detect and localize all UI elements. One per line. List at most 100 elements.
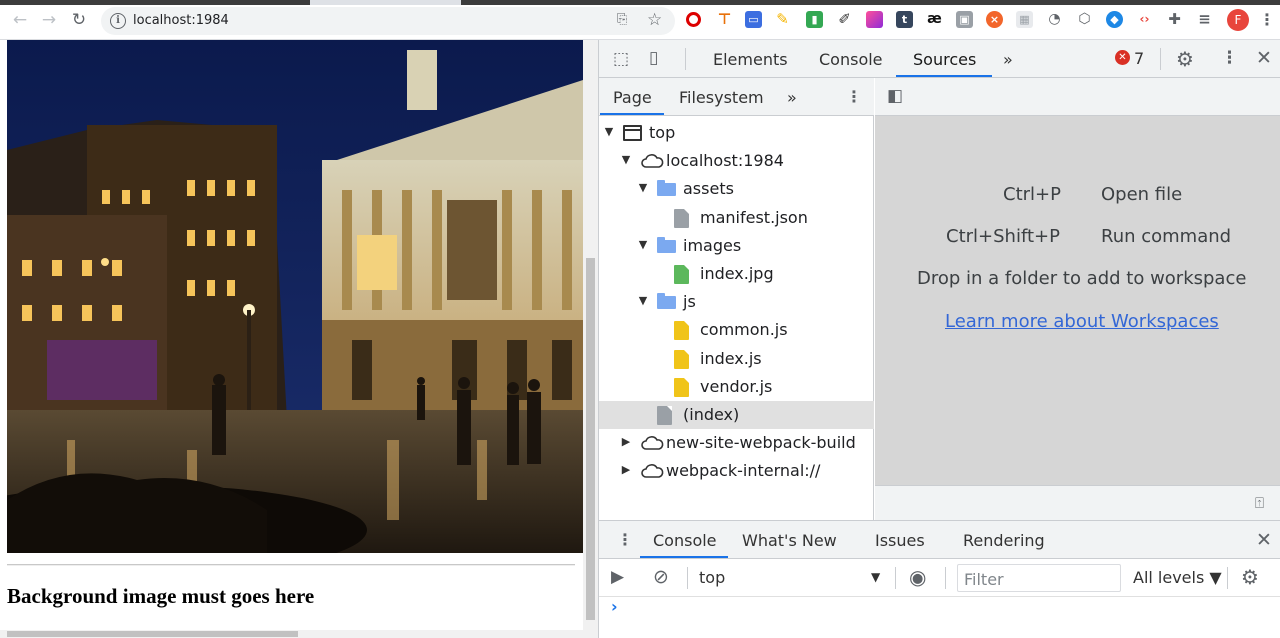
screen-icon[interactable]: ▭ <box>745 11 762 28</box>
drawer-tab-console[interactable]: Console <box>653 531 717 550</box>
back-arrow-icon[interactable]: ← <box>10 10 30 30</box>
toggle-navigator-icon[interactable]: ◧ <box>887 86 903 106</box>
tab-filesystem[interactable]: Filesystem <box>679 88 764 107</box>
puzzle-icon[interactable]: ✚ <box>1166 11 1183 28</box>
grid-icon[interactable]: ▦ <box>1016 11 1033 28</box>
tree-item-label: index.js <box>700 349 762 368</box>
snail-icon[interactable]: ◔ <box>1046 11 1063 28</box>
tree-item[interactable]: (index) <box>599 401 874 429</box>
inspect-element-icon[interactable]: ⬚ <box>613 49 629 69</box>
tree-item[interactable]: manifest.json <box>599 204 874 232</box>
tumblr-icon[interactable]: t <box>896 11 913 28</box>
tree-item[interactable]: ▼ top <box>599 119 874 147</box>
close-devtools-icon[interactable]: ✕ <box>1256 47 1272 69</box>
tree-item[interactable]: common.js <box>599 316 874 344</box>
tree-item-label: js <box>683 292 696 311</box>
url-text[interactable]: localhost:1984 <box>133 13 229 28</box>
error-icon[interactable]: ✕ <box>1115 50 1130 65</box>
site-info-icon[interactable]: i <box>110 13 126 29</box>
toolbar-separator <box>687 567 688 589</box>
tab-page[interactable]: Page <box>613 88 652 107</box>
tab-sources[interactable]: Sources <box>913 50 976 69</box>
tab-elements[interactable]: Elements <box>713 50 788 69</box>
expand-arrow-icon[interactable]: ▼ <box>637 181 649 194</box>
playlist-icon[interactable]: ≡ <box>1196 11 1213 28</box>
forward-arrow-icon[interactable]: → <box>39 10 59 30</box>
navigator-more-button[interactable]: » <box>787 88 797 107</box>
clear-console-icon[interactable]: ⊘ <box>653 566 669 588</box>
drawer-menu-icon[interactable]: ⋮ <box>617 530 633 549</box>
drawer-tab-issues[interactable]: Issues <box>875 531 925 550</box>
eyedropper-icon[interactable]: ✐ <box>836 11 853 28</box>
browser-menu-icon[interactable]: ⋮ <box>1259 10 1275 29</box>
expand-arrow-icon[interactable]: ▼ <box>637 294 649 307</box>
toggle-debugger-icon[interactable]: ⍐ <box>1255 494 1264 512</box>
shield-icon[interactable]: ◆ <box>1106 11 1123 28</box>
tree-item-label: (index) <box>683 405 740 424</box>
console-settings-gear-icon[interactable]: ⚙ <box>1241 565 1259 589</box>
drawer-tab-whats-new[interactable]: What's New <box>742 531 837 550</box>
code-icon[interactable]: ‹› <box>1136 11 1153 28</box>
close-circle-icon[interactable]: × <box>986 11 1003 28</box>
tree-item[interactable]: ▼ assets <box>599 175 874 203</box>
learn-workspaces-link[interactable]: Learn more about Workspaces <box>945 311 1219 332</box>
expand-arrow-icon[interactable]: ▼ <box>620 153 632 166</box>
tree-item[interactable]: ▼ images <box>599 232 874 260</box>
tree-item[interactable]: index.jpg <box>599 260 874 288</box>
opera-icon[interactable] <box>686 12 701 27</box>
address-bar[interactable]: i localhost:1984 ⎘ ☆ <box>101 7 675 35</box>
settings-gear-icon[interactable]: ⚙ <box>1176 47 1194 71</box>
tab-console[interactable]: Console <box>819 50 883 69</box>
console-prompt-icon[interactable]: › <box>611 597 618 616</box>
bookmark-star-icon[interactable]: ☆ <box>647 10 662 30</box>
close-drawer-icon[interactable]: ✕ <box>1256 529 1272 551</box>
tree-item-label: index.jpg <box>700 264 774 283</box>
gradient-icon[interactable] <box>866 11 883 28</box>
drawer-tab-rendering[interactable]: Rendering <box>963 531 1045 550</box>
ae-icon[interactable]: æ <box>926 11 943 28</box>
chevron-down-icon[interactable]: ▼ <box>871 570 880 584</box>
tree-item[interactable]: ▶ webpack-internal:// <box>599 457 874 485</box>
profile-avatar[interactable]: F <box>1227 9 1249 31</box>
device-toolbar-icon[interactable]: ▯ <box>649 48 658 68</box>
tree-item[interactable]: index.js <box>599 345 874 373</box>
pen-icon[interactable]: ✎ <box>774 11 791 28</box>
more-tabs-button[interactable]: » <box>1003 50 1013 69</box>
console-filter-input[interactable] <box>964 569 1114 589</box>
page-divider <box>7 564 575 566</box>
tree-item-label: images <box>683 236 742 255</box>
error-count[interactable]: 7 <box>1134 49 1144 68</box>
tree-item[interactable]: ▼ localhost:1984 <box>599 147 874 175</box>
live-expression-eye-icon[interactable]: ◉ <box>909 565 926 589</box>
expand-arrow-icon[interactable]: ▼ <box>637 238 649 251</box>
tree-item[interactable]: ▼ js <box>599 288 874 316</box>
console-filter-field[interactable] <box>957 564 1121 592</box>
expand-arrow-icon[interactable]: ▼ <box>603 125 615 138</box>
save-icon[interactable]: ▣ <box>956 11 973 28</box>
context-select[interactable]: top <box>699 568 725 587</box>
file-icon <box>674 378 689 397</box>
file-icon <box>674 209 689 228</box>
editor-toolbar: ◧ <box>875 78 1280 116</box>
horizontal-scroll-thumb[interactable] <box>7 631 298 637</box>
collapse-arrow-icon[interactable]: ▶ <box>620 463 632 476</box>
collapse-arrow-icon[interactable]: ▶ <box>620 435 632 448</box>
tree-item[interactable]: ▶ new-site-webpack-build <box>599 429 874 457</box>
translate-icon[interactable]: ⎘ <box>617 12 633 28</box>
book-icon[interactable]: ▮ <box>806 11 823 28</box>
page-horizontal-scrollbar[interactable] <box>0 630 583 638</box>
reload-icon[interactable]: ↻ <box>69 10 89 30</box>
log-levels-dropdown[interactable]: All levels ▼ <box>1133 568 1222 587</box>
cube-icon[interactable]: ⬡ <box>1076 11 1093 28</box>
key-icon[interactable]: ⊤ <box>716 11 733 28</box>
devtools-main-tabs: ⬚ ▯ Elements Console Sources » ✕ 7 ⚙ ⋮ ✕ <box>599 40 1280 78</box>
devtools-menu-icon[interactable]: ⋮ <box>1221 48 1238 68</box>
tree-item[interactable]: vendor.js <box>599 373 874 401</box>
page-vertical-scrollbar[interactable] <box>583 40 598 638</box>
console-sidebar-icon[interactable]: ▶ <box>611 567 624 587</box>
shortcut-open-file-label: Open file <box>1101 184 1183 205</box>
vertical-scroll-thumb[interactable] <box>586 258 595 620</box>
toolbar-separator <box>895 567 896 589</box>
shortcut-run-command-key: Ctrl+Shift+P <box>946 226 1060 247</box>
navigator-menu-icon[interactable]: ⋮ <box>846 87 862 106</box>
